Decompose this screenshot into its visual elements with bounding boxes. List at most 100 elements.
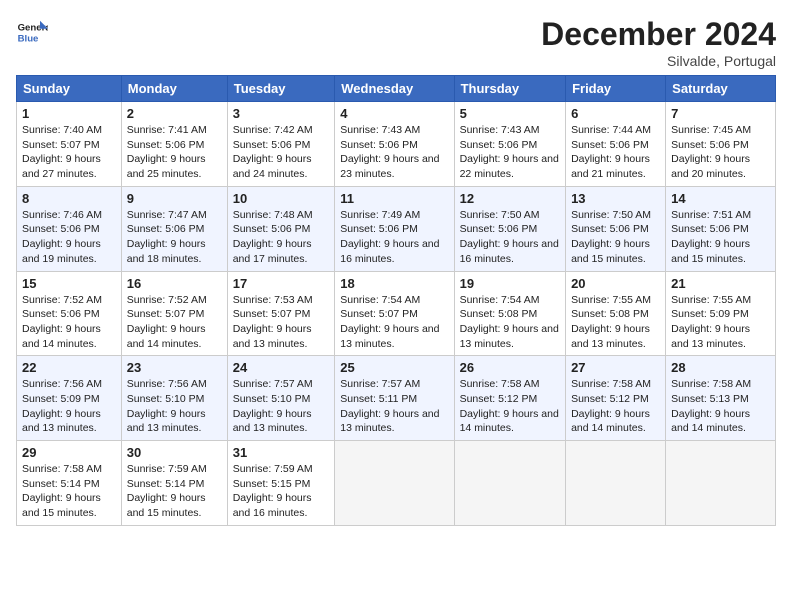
calendar-cell: 21Sunrise: 7:55 AMSunset: 5:09 PMDayligh… <box>666 271 776 356</box>
calendar-cell: 17 Sunrise: 7:53 AMSunset: 5:07 PMDayligh… <box>227 271 335 356</box>
calendar-cell: 1 Sunrise: 7:40 AMSunset: 5:07 PMDaylight… <box>17 102 122 187</box>
day-detail: Sunrise: 7:52 AMSunset: 5:07 PMDaylight:… <box>127 293 222 352</box>
day-detail: Sunrise: 7:46 AMSunset: 5:06 PMDaylight:… <box>22 208 116 267</box>
day-number: 26 <box>460 360 560 375</box>
day-detail: Sunrise: 7:58 AMSunset: 5:13 PMDaylight:… <box>671 377 770 436</box>
calendar-cell: 27Sunrise: 7:58 AMSunset: 5:12 PMDayligh… <box>566 356 666 441</box>
day-number: 18 <box>340 276 448 291</box>
month-title: December 2024 <box>541 16 776 53</box>
day-number: 22 <box>22 360 116 375</box>
day-detail: Sunrise: 7:55 AMSunset: 5:08 PMDaylight:… <box>571 293 660 352</box>
calendar-week-row: 29 Sunrise: 7:58 AMSunset: 5:14 PMDayligh… <box>17 441 776 526</box>
col-header-friday: Friday <box>566 76 666 102</box>
calendar-week-row: 8 Sunrise: 7:46 AMSunset: 5:06 PMDaylight… <box>17 186 776 271</box>
calendar-week-row: 15 Sunrise: 7:52 AMSunset: 5:06 PMDayligh… <box>17 271 776 356</box>
col-header-wednesday: Wednesday <box>335 76 454 102</box>
day-number: 17 <box>233 276 330 291</box>
calendar-cell: 6 Sunrise: 7:44 AMSunset: 5:06 PMDaylight… <box>566 102 666 187</box>
day-detail: Sunrise: 7:44 AMSunset: 5:06 PMDaylight:… <box>571 123 660 182</box>
day-detail: Sunrise: 7:54 AMSunset: 5:07 PMDaylight:… <box>340 293 448 352</box>
calendar-cell: 2 Sunrise: 7:41 AMSunset: 5:06 PMDaylight… <box>121 102 227 187</box>
logo: General Blue <box>16 16 48 48</box>
calendar-cell: 20 Sunrise: 7:55 AMSunset: 5:08 PMDayligh… <box>566 271 666 356</box>
calendar-cell: 13 Sunrise: 7:50 AMSunset: 5:06 PMDayligh… <box>566 186 666 271</box>
day-detail: Sunrise: 7:56 AMSunset: 5:09 PMDaylight:… <box>22 377 116 436</box>
col-header-tuesday: Tuesday <box>227 76 335 102</box>
day-number: 12 <box>460 191 560 206</box>
day-number: 13 <box>571 191 660 206</box>
col-header-saturday: Saturday <box>666 76 776 102</box>
day-detail: Sunrise: 7:57 AMSunset: 5:10 PMDaylight:… <box>233 377 330 436</box>
calendar-cell: 24 Sunrise: 7:57 AMSunset: 5:10 PMDayligh… <box>227 356 335 441</box>
calendar-cell <box>454 441 565 526</box>
day-number: 15 <box>22 276 116 291</box>
calendar-cell: 9 Sunrise: 7:47 AMSunset: 5:06 PMDaylight… <box>121 186 227 271</box>
day-detail: Sunrise: 7:58 AMSunset: 5:14 PMDaylight:… <box>22 462 116 521</box>
calendar-body: 1 Sunrise: 7:40 AMSunset: 5:07 PMDaylight… <box>17 102 776 526</box>
calendar-week-row: 22 Sunrise: 7:56 AMSunset: 5:09 PMDayligh… <box>17 356 776 441</box>
logo-icon: General Blue <box>16 16 48 48</box>
day-number: 8 <box>22 191 116 206</box>
day-detail: Sunrise: 7:51 AMSunset: 5:06 PMDaylight:… <box>671 208 770 267</box>
calendar-cell: 26Sunrise: 7:58 AMSunset: 5:12 PMDayligh… <box>454 356 565 441</box>
calendar-header-row: SundayMondayTuesdayWednesdayThursdayFrid… <box>17 76 776 102</box>
calendar-cell: 15 Sunrise: 7:52 AMSunset: 5:06 PMDayligh… <box>17 271 122 356</box>
calendar-cell: 14 Sunrise: 7:51 AMSunset: 5:06 PMDayligh… <box>666 186 776 271</box>
day-number: 24 <box>233 360 330 375</box>
day-detail: Sunrise: 7:55 AMSunset: 5:09 PMDaylight:… <box>671 293 770 352</box>
day-detail: Sunrise: 7:43 AMSunset: 5:06 PMDaylight:… <box>340 123 448 182</box>
calendar-cell: 3 Sunrise: 7:42 AMSunset: 5:06 PMDaylight… <box>227 102 335 187</box>
calendar-cell: 10Sunrise: 7:48 AMSunset: 5:06 PMDayligh… <box>227 186 335 271</box>
calendar-cell: 8 Sunrise: 7:46 AMSunset: 5:06 PMDaylight… <box>17 186 122 271</box>
calendar-cell: 4Sunrise: 7:43 AMSunset: 5:06 PMDaylight… <box>335 102 454 187</box>
calendar-cell: 25 Sunrise: 7:57 AMSunset: 5:11 PMDayligh… <box>335 356 454 441</box>
calendar-cell <box>566 441 666 526</box>
title-block: December 2024 Silvalde, Portugal <box>541 16 776 69</box>
svg-text:Blue: Blue <box>18 34 39 45</box>
day-detail: Sunrise: 7:42 AMSunset: 5:06 PMDaylight:… <box>233 123 330 182</box>
day-number: 14 <box>671 191 770 206</box>
day-number: 29 <box>22 445 116 460</box>
calendar-cell: 31 Sunrise: 7:59 AMSunset: 5:15 PMDayligh… <box>227 441 335 526</box>
day-number: 31 <box>233 445 330 460</box>
day-number: 9 <box>127 191 222 206</box>
day-number: 23 <box>127 360 222 375</box>
day-number: 27 <box>571 360 660 375</box>
day-detail: Sunrise: 7:54 AMSunset: 5:08 PMDaylight:… <box>460 293 560 352</box>
day-number: 16 <box>127 276 222 291</box>
calendar-cell: 16 Sunrise: 7:52 AMSunset: 5:07 PMDayligh… <box>121 271 227 356</box>
day-detail: Sunrise: 7:47 AMSunset: 5:06 PMDaylight:… <box>127 208 222 267</box>
day-detail: Sunrise: 7:57 AMSunset: 5:11 PMDaylight:… <box>340 377 448 436</box>
day-number: 20 <box>571 276 660 291</box>
calendar-week-row: 1 Sunrise: 7:40 AMSunset: 5:07 PMDaylight… <box>17 102 776 187</box>
calendar-cell: 18 Sunrise: 7:54 AMSunset: 5:07 PMDayligh… <box>335 271 454 356</box>
day-number: 3 <box>233 106 330 121</box>
calendar-cell: 19 Sunrise: 7:54 AMSunset: 5:08 PMDayligh… <box>454 271 565 356</box>
day-number: 6 <box>571 106 660 121</box>
col-header-thursday: Thursday <box>454 76 565 102</box>
day-detail: Sunrise: 7:45 AMSunset: 5:06 PMDaylight:… <box>671 123 770 182</box>
day-number: 2 <box>127 106 222 121</box>
day-detail: Sunrise: 7:43 AMSunset: 5:06 PMDaylight:… <box>460 123 560 182</box>
day-number: 25 <box>340 360 448 375</box>
day-detail: Sunrise: 7:59 AMSunset: 5:15 PMDaylight:… <box>233 462 330 521</box>
day-detail: Sunrise: 7:40 AMSunset: 5:07 PMDaylight:… <box>22 123 116 182</box>
col-header-monday: Monday <box>121 76 227 102</box>
calendar-cell <box>335 441 454 526</box>
day-detail: Sunrise: 7:48 AMSunset: 5:06 PMDaylight:… <box>233 208 330 267</box>
day-number: 19 <box>460 276 560 291</box>
day-detail: Sunrise: 7:53 AMSunset: 5:07 PMDaylight:… <box>233 293 330 352</box>
calendar-cell: 7Sunrise: 7:45 AMSunset: 5:06 PMDaylight… <box>666 102 776 187</box>
calendar-cell: 28 Sunrise: 7:58 AMSunset: 5:13 PMDayligh… <box>666 356 776 441</box>
day-detail: Sunrise: 7:50 AMSunset: 5:06 PMDaylight:… <box>571 208 660 267</box>
calendar-cell <box>666 441 776 526</box>
location: Silvalde, Portugal <box>541 53 776 69</box>
day-detail: Sunrise: 7:52 AMSunset: 5:06 PMDaylight:… <box>22 293 116 352</box>
day-detail: Sunrise: 7:41 AMSunset: 5:06 PMDaylight:… <box>127 123 222 182</box>
day-number: 1 <box>22 106 116 121</box>
day-number: 28 <box>671 360 770 375</box>
calendar-table: SundayMondayTuesdayWednesdayThursdayFrid… <box>16 75 776 526</box>
calendar-cell: 23Sunrise: 7:56 AMSunset: 5:10 PMDayligh… <box>121 356 227 441</box>
page-header: General Blue December 2024 Silvalde, Por… <box>16 16 776 69</box>
calendar-cell: 12Sunrise: 7:50 AMSunset: 5:06 PMDayligh… <box>454 186 565 271</box>
